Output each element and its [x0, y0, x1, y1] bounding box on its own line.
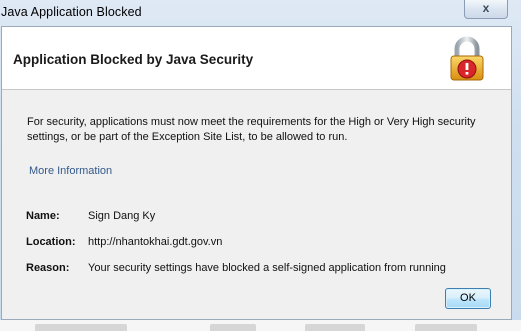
detail-value: http://nhantokhai.gdt.gov.vn — [88, 236, 223, 248]
detail-label: Reason: — [26, 262, 70, 274]
header-title: Application Blocked by Java Security — [13, 52, 254, 67]
close-button[interactable]: x — [464, 0, 508, 19]
background-blurred-text — [35, 324, 127, 331]
ok-button[interactable]: OK — [445, 288, 491, 309]
detail-value: Your security settings have blocked a se… — [88, 262, 446, 274]
lock-warning-icon — [450, 36, 484, 81]
background-window-strip — [0, 320, 521, 331]
dialog-body: Application Blocked by Java Security For… — [1, 26, 512, 320]
header-band: Application Blocked by Java Security — [2, 27, 511, 90]
background-blurred-text — [415, 324, 477, 331]
detail-value: Sign Dang Ky — [88, 210, 156, 222]
security-message: For security, applications must now meet… — [27, 116, 476, 143]
close-icon: x — [482, 1, 490, 15]
dialog-window-frame: Java Application Blocked x Application B… — [0, 0, 521, 327]
detail-label: Location: — [26, 236, 76, 248]
more-information-link[interactable]: More Information — [29, 165, 112, 177]
background-blurred-text — [305, 324, 365, 331]
title-bar[interactable]: Java Application Blocked x — [0, 0, 521, 26]
background-blurred-text — [210, 324, 256, 331]
window-title: Java Application Blocked — [1, 5, 142, 19]
detail-label: Name: — [26, 210, 60, 222]
